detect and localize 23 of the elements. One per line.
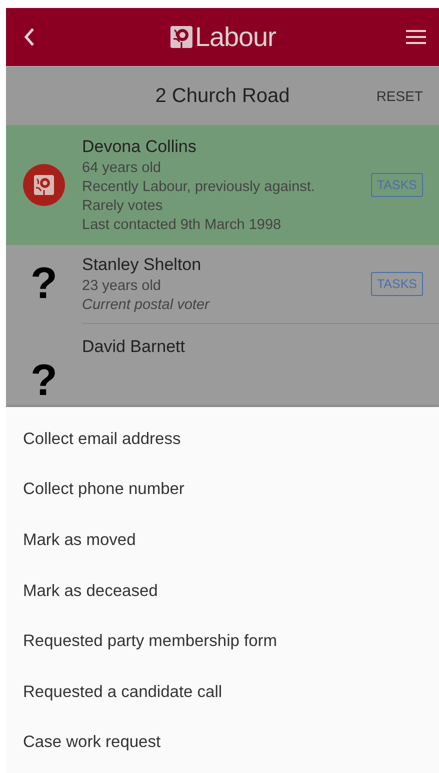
sheet-menu-item[interactable]: Collect phone number: [6, 464, 439, 516]
sheet-menu-item[interactable]: Collect email address: [6, 414, 439, 465]
person-detail: Rarely votes: [82, 198, 164, 214]
person-detail: 64 years old: [82, 160, 162, 176]
sheet-menu-item[interactable]: Requested a candidate call: [6, 666, 439, 718]
sheet-menu-item[interactable]: Case work request: [6, 718, 439, 768]
sheet-menu-item[interactable]: Requested party membership form: [6, 616, 439, 667]
person-detail: Recently Labour, previously against.: [82, 179, 316, 195]
menu-icon[interactable]: [406, 30, 426, 44]
question-mark-icon: ?: [30, 262, 58, 306]
person-detail: Last contacted 9th March 1998: [82, 217, 282, 233]
person-name: Devona Collins: [82, 137, 198, 157]
person-detail: Current postal voter: [82, 297, 211, 313]
person-name: Stanley Shelton: [82, 255, 202, 275]
back-icon[interactable]: [23, 27, 35, 47]
reset-button[interactable]: RESET: [372, 84, 427, 108]
person-name: David Barnett: [82, 337, 186, 357]
sheet-menu-item[interactable]: Mark as deceased: [6, 566, 439, 616]
question-mark-icon: ?: [30, 359, 58, 403]
address-title: 2 Church Road: [155, 84, 290, 108]
logo-text: Labour: [194, 22, 276, 52]
sheet-menu-item[interactable]: Mark as moved: [6, 515, 439, 566]
person-detail: 23 years old: [82, 278, 162, 294]
